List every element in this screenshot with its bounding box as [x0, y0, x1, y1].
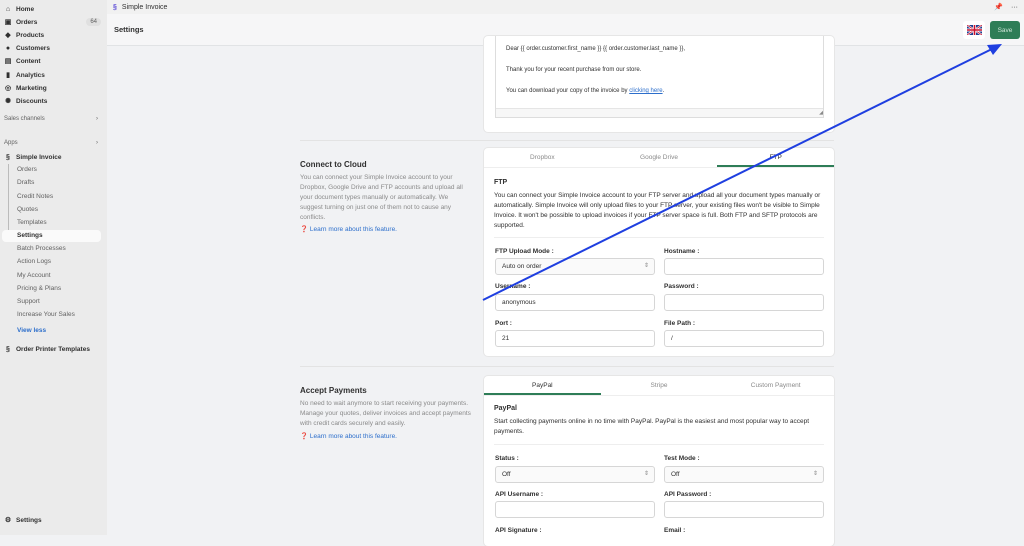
arrow-line [482, 46, 997, 301]
annotation-arrow [482, 44, 1002, 301]
